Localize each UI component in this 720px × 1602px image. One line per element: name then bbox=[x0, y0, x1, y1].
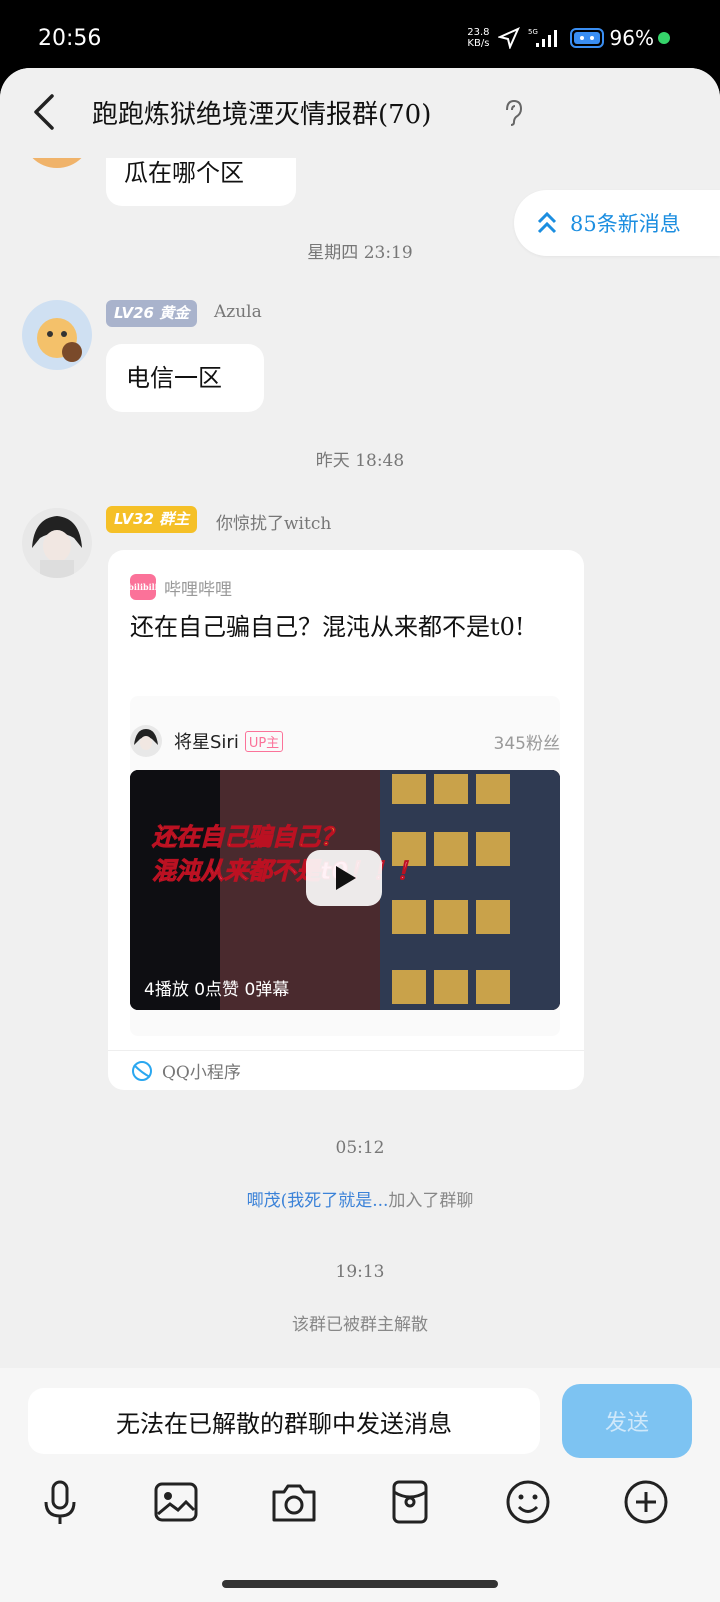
member-link[interactable]: 唧茂(我死了就是... bbox=[247, 1191, 389, 1211]
message-input[interactable]: 无法在已解散的群聊中发送消息 bbox=[28, 1388, 540, 1454]
double-chevron-up-icon bbox=[537, 211, 557, 234]
home-indicator[interactable] bbox=[222, 1580, 498, 1588]
privacy-dot bbox=[658, 32, 670, 44]
avatar[interactable] bbox=[22, 300, 92, 370]
image-icon[interactable] bbox=[148, 1474, 204, 1530]
qq-mini-program-icon bbox=[132, 1060, 152, 1081]
timestamp: 19:13 bbox=[335, 1262, 385, 1282]
chat-header: 跑跑炼狱绝境湮灭情报群(70) bbox=[0, 68, 720, 158]
video-stats: 4播放 0点赞 0弹幕 bbox=[144, 980, 290, 1000]
uploader-name: 将星Siri bbox=[174, 732, 239, 753]
svg-text:5G: 5G bbox=[528, 28, 538, 36]
card-source: bilibili 哔哩哔哩 bbox=[128, 574, 232, 600]
uploader-row: 将星Siri UP主 345粉丝 bbox=[130, 724, 560, 758]
status-icons: 23.8 KB/s 5G 96% bbox=[467, 26, 670, 50]
battery: 96% bbox=[569, 26, 670, 50]
video-thumbnail[interactable]: 还在自己骗自己？ 混沌从来都不是t0！！！ 4播放 0点赞 0弹幕 bbox=[130, 770, 560, 1010]
card-title: 还在自己骗自己？混沌从来都不是t0! bbox=[130, 613, 525, 641]
timestamp: 05:12 bbox=[335, 1138, 385, 1158]
camera-icon[interactable] bbox=[266, 1474, 322, 1530]
send-button[interactable]: 发送 bbox=[562, 1384, 692, 1458]
plus-icon[interactable] bbox=[618, 1474, 674, 1530]
message-bubble[interactable]: 电信一区 bbox=[106, 344, 264, 412]
battery-icon bbox=[569, 28, 604, 48]
signal-icon: 5G bbox=[528, 28, 557, 47]
sender-name[interactable]: 你惊扰了witch bbox=[216, 509, 331, 534]
location-arrow-icon bbox=[497, 27, 520, 49]
bilibili-share-card[interactable]: bilibili 哔哩哔哩 还在自己骗自己？混沌从来都不是t0! 将星Siri … bbox=[108, 550, 584, 1090]
uploader-avatar bbox=[130, 725, 162, 757]
level-badge: LV32 群主 bbox=[106, 506, 198, 533]
timestamp: 星期四 23:19 bbox=[307, 243, 413, 263]
input-toolbar bbox=[0, 1474, 720, 1538]
status-time: 20:56 bbox=[38, 26, 102, 51]
timestamp: 昨天 18:48 bbox=[315, 451, 405, 471]
back-arrow-icon[interactable] bbox=[28, 90, 64, 134]
card-footer: QQ小程序 bbox=[108, 1050, 584, 1090]
play-icon bbox=[336, 866, 356, 890]
input-bar: 无法在已解散的群聊中发送消息 发送 bbox=[0, 1368, 720, 1602]
ear-icon[interactable] bbox=[502, 98, 524, 128]
avatar[interactable] bbox=[22, 508, 92, 578]
system-message: 唧茂(我死了就是...加入了群聊 bbox=[246, 1191, 474, 1211]
level-badge: LV26 黄金 bbox=[106, 300, 198, 327]
system-message: 该群已被群主解散 bbox=[292, 1315, 428, 1335]
red-packet-icon[interactable] bbox=[382, 1474, 438, 1530]
message-list[interactable]: 瓜在哪个区 85条新消息 星期四 23:19 LV26 黄金 Azula 电信一… bbox=[0, 68, 720, 1368]
chat-screen: 瓜在哪个区 85条新消息 星期四 23:19 LV26 黄金 Azula 电信一… bbox=[0, 68, 720, 1602]
net-speed: 23.8 KB/s bbox=[467, 27, 490, 49]
up-tag: UP主 bbox=[244, 730, 284, 752]
bilibili-logo-icon: bilibili bbox=[128, 574, 158, 600]
microphone-icon[interactable] bbox=[32, 1474, 88, 1530]
emoji-icon[interactable] bbox=[500, 1474, 556, 1530]
chat-title[interactable]: 跑跑炼狱绝境湮灭情报群(70) bbox=[92, 94, 431, 131]
video-preview[interactable]: 将星Siri UP主 345粉丝 还在自己骗自己？ 混沌从来都不是t0！！！ 4… bbox=[130, 696, 560, 1036]
fans-count: 345粉丝 bbox=[493, 733, 560, 754]
play-button[interactable] bbox=[306, 850, 382, 906]
sender-name[interactable]: Azula bbox=[214, 302, 262, 322]
